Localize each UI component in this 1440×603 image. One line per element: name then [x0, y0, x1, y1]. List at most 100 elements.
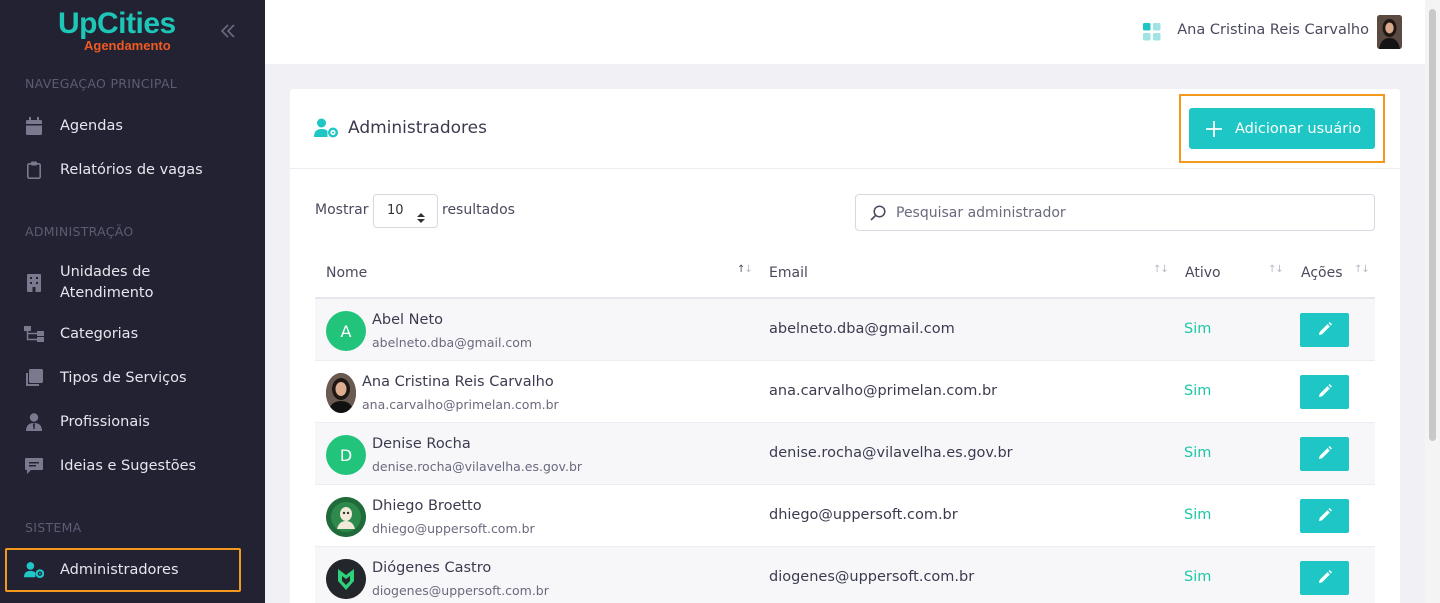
- sitemap-icon: [24, 324, 44, 344]
- comment-icon: [24, 456, 44, 476]
- column-header-nome[interactable]: Nome: [326, 265, 367, 281]
- card-header: Administradores Adicionar usuário: [290, 89, 1400, 169]
- column-header-email[interactable]: Email: [769, 265, 808, 281]
- brand-subtitle: Agendamento: [84, 38, 171, 53]
- add-user-label: Adicionar usuário: [1235, 120, 1362, 137]
- sidebar-item-agendas[interactable]: Agendas: [5, 114, 241, 138]
- row-sub-email: dhiego@uppersoft.com.br: [372, 521, 535, 536]
- row-name: Diógenes Castro: [372, 560, 492, 576]
- row-email: diogenes@uppersoft.com.br: [769, 569, 975, 585]
- pencil-icon: [1318, 383, 1332, 402]
- search-input[interactable]: [896, 203, 1356, 223]
- sidebar: UpCities Agendamento NAVEGAÇAO PRINCIPAL…: [0, 0, 265, 603]
- sidebar-item-label: Tipos de Serviços: [60, 370, 187, 386]
- sidebar-item-label: Profissionais: [60, 414, 150, 430]
- user-tie-icon: [24, 412, 44, 432]
- show-label: Mostrar: [315, 202, 369, 218]
- row-sub-email: ana.carvalho@primelan.com.br: [362, 397, 559, 412]
- sidebar-item-relatorios[interactable]: Relatórios de vagas: [5, 158, 241, 182]
- row-email: ana.carvalho@primelan.com.br: [769, 383, 998, 399]
- row-sub-email: abelneto.dba@gmail.com: [372, 335, 533, 350]
- user-name[interactable]: Ana Cristina Reis Carvalho: [1177, 22, 1369, 38]
- row-name: Ana Cristina Reis Carvalho: [362, 374, 554, 390]
- sidebar-item-administradores[interactable]: Administradores: [5, 548, 241, 592]
- edit-button[interactable]: [1300, 313, 1349, 347]
- row-sub-email: denise.rocha@vilavelha.es.gov.br: [372, 459, 583, 474]
- column-header-ativo[interactable]: Ativo: [1185, 265, 1221, 281]
- sort-icon[interactable]: ↑↓: [1153, 264, 1169, 275]
- edit-button[interactable]: [1300, 499, 1349, 533]
- table-header: Nome ↑↓ Email ↑↓ Ativo ↑↓ Ações ↑↓: [315, 250, 1375, 299]
- row-active-status: Sim: [1184, 445, 1212, 461]
- table-row: Dhiego Broetto dhiego@uppersoft.com.br d…: [315, 485, 1375, 547]
- add-user-highlight: Adicionar usuário: [1179, 94, 1385, 163]
- table-row: A Abel Neto abelneto.dba@gmail.com abeln…: [315, 299, 1375, 361]
- sidebar-item-unidades[interactable]: Unidades de Atendimento: [5, 260, 241, 306]
- sidebar-item-ideias[interactable]: Ideias e Sugestões: [5, 454, 241, 478]
- row-name: Abel Neto: [372, 312, 444, 328]
- edit-button[interactable]: [1300, 375, 1349, 409]
- sidebar-item-label: Ideias e Sugestões: [60, 458, 197, 474]
- row-active-status: Sim: [1184, 569, 1212, 585]
- edit-button[interactable]: [1300, 561, 1349, 595]
- avatar: A: [326, 311, 366, 351]
- row-email: abelneto.dba@gmail.com: [769, 321, 955, 337]
- sidebar-item-label: Administradores: [60, 562, 179, 578]
- sort-icon[interactable]: ↑↓: [1268, 264, 1284, 275]
- scrollbar-thumb[interactable]: [1429, 9, 1436, 441]
- calendar-icon: [24, 116, 44, 136]
- brand-logo[interactable]: UpCities Agendamento: [0, 0, 265, 64]
- section-title-sistema: SISTEMA: [25, 520, 82, 535]
- pencil-icon: [1318, 569, 1332, 588]
- plus-icon: [1205, 120, 1223, 138]
- clipboard-icon: [24, 160, 44, 180]
- page-size-value: 10: [387, 203, 404, 218]
- sort-icon[interactable]: ↑↓: [1354, 264, 1370, 275]
- users-cog-icon: [24, 560, 44, 580]
- row-active-status: Sim: [1184, 383, 1212, 399]
- avatar: [326, 497, 366, 537]
- section-title-administracao: ADMINISTRAÇÃO: [25, 224, 134, 239]
- brand-name: UpCities: [58, 7, 176, 40]
- table-row: Ana Cristina Reis Carvalho ana.carvalho@…: [315, 361, 1375, 423]
- select-caret-icon: [417, 205, 425, 223]
- sidebar-item-categorias[interactable]: Categorias: [5, 322, 241, 346]
- add-user-button[interactable]: Adicionar usuário: [1189, 108, 1375, 149]
- collapse-sidebar-icon[interactable]: [219, 22, 237, 40]
- pencil-icon: [1318, 445, 1332, 464]
- row-active-status: Sim: [1184, 507, 1212, 523]
- search-icon: [870, 205, 886, 221]
- sidebar-item-label: Unidades de Atendimento: [60, 264, 154, 301]
- apps-grid-icon[interactable]: [1143, 23, 1161, 41]
- section-title-navegacao: NAVEGAÇAO PRINCIPAL: [25, 76, 178, 91]
- results-label: resultados: [442, 202, 515, 218]
- top-bar: Ana Cristina Reis Carvalho: [265, 0, 1425, 64]
- sidebar-item-profissionais[interactable]: Profissionais: [5, 410, 241, 434]
- page-size-select[interactable]: 10: [373, 194, 438, 228]
- sidebar-item-label: Categorias: [60, 326, 139, 342]
- avatar: D: [326, 435, 366, 475]
- administrators-card: Administradores Adicionar usuário Mostra…: [290, 89, 1400, 603]
- avatar: [326, 559, 366, 599]
- pencil-icon: [1318, 507, 1332, 526]
- avatar: [326, 373, 356, 413]
- sidebar-item-tipos-servicos[interactable]: Tipos de Serviços: [5, 366, 241, 390]
- row-name: Dhiego Broetto: [372, 498, 482, 514]
- building-icon: [24, 273, 44, 293]
- table-row: D Denise Rocha denise.rocha@vilavelha.es…: [315, 423, 1375, 485]
- users-cog-icon: [314, 118, 338, 140]
- edit-button[interactable]: [1300, 437, 1349, 471]
- page-title: Administradores: [348, 118, 487, 138]
- layers-icon: [24, 368, 44, 388]
- sidebar-item-label: Agendas: [60, 118, 123, 134]
- search-box[interactable]: [855, 194, 1375, 231]
- row-email: dhiego@uppersoft.com.br: [769, 507, 958, 523]
- sidebar-item-label: Relatórios de vagas: [60, 162, 203, 178]
- row-email: denise.rocha@vilavelha.es.gov.br: [769, 445, 1013, 461]
- table-row: Diógenes Castro diogenes@uppersoft.com.b…: [315, 547, 1375, 603]
- column-header-acoes[interactable]: Ações: [1301, 265, 1343, 281]
- pencil-icon: [1318, 321, 1332, 340]
- sort-icon[interactable]: ↑↓: [737, 264, 753, 275]
- row-name: Denise Rocha: [372, 436, 471, 452]
- user-avatar[interactable]: [1377, 15, 1402, 49]
